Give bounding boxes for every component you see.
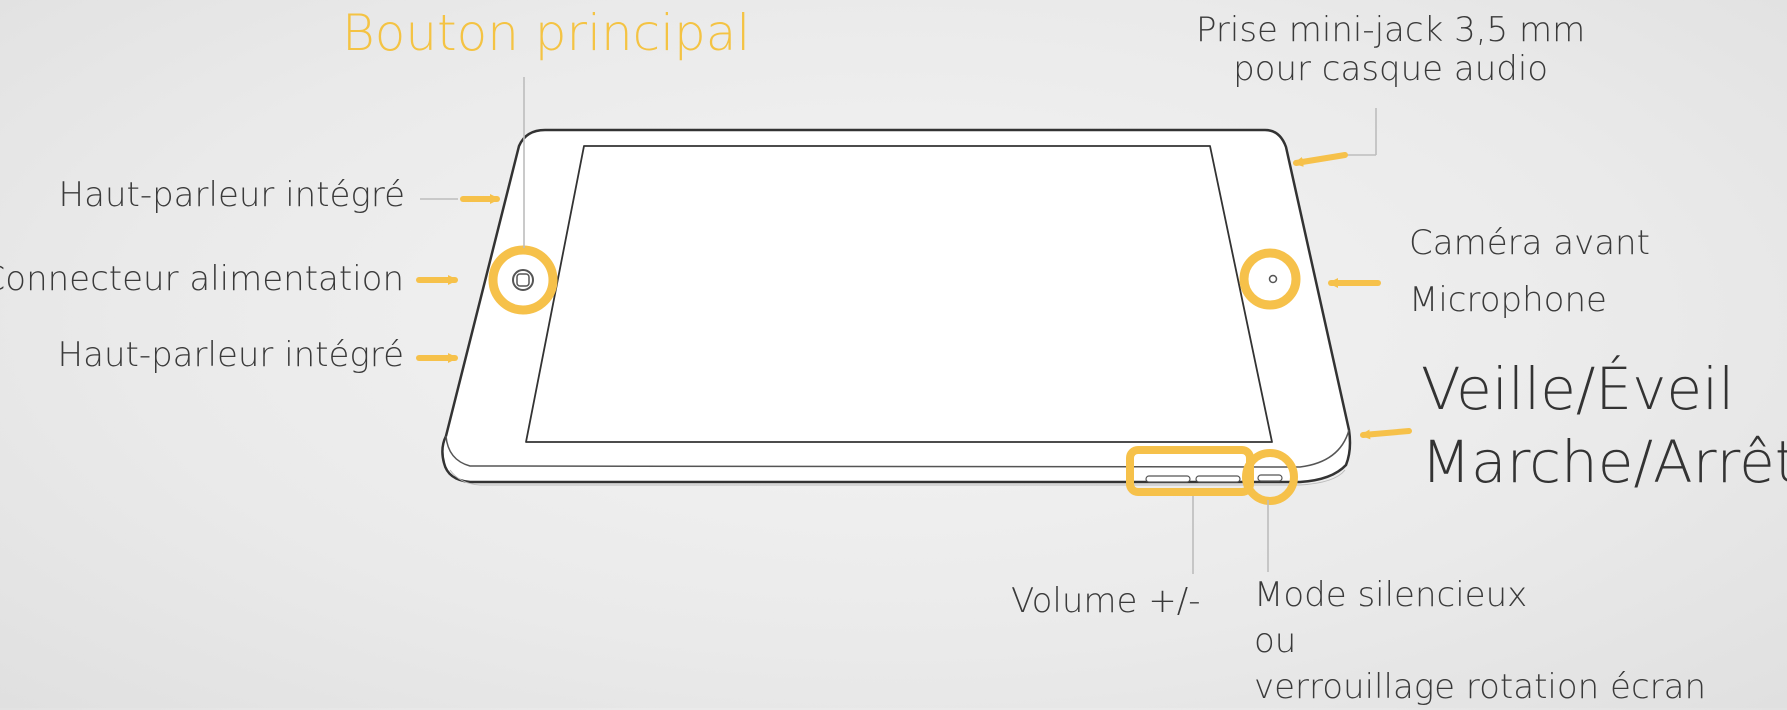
microphone-label: Microphone <box>1409 280 1607 320</box>
on-off-label: Marche/Arrêt <box>1421 428 1787 496</box>
arrow-headphone-jack <box>1293 152 1348 167</box>
sleep-wake-label: Veille/Éveil <box>1421 355 1735 423</box>
power-connector-label: Connecteur alimentation <box>0 259 404 299</box>
volume-label: Volume +/- <box>1011 581 1201 621</box>
ipad-screen <box>525 145 1273 443</box>
front-camera-label: Caméra avant <box>1409 223 1650 263</box>
diagram-title: Bouton principal <box>342 4 751 62</box>
ipad-diagram: Bouton principal Prise mini-jack 3,5 mm … <box>0 0 1787 708</box>
speaker-top-label: Haut-parleur intégré <box>58 175 405 215</box>
speaker-bottom-label: Haut-parleur intégré <box>57 335 404 375</box>
arrow-sleep-wake <box>1360 428 1412 440</box>
silent-mode-label: Mode silencieux ou verrouillage rotation… <box>1254 575 1707 707</box>
headphone-jack-label: Prise mini-jack 3,5 mm pour casque audio <box>1196 10 1586 90</box>
